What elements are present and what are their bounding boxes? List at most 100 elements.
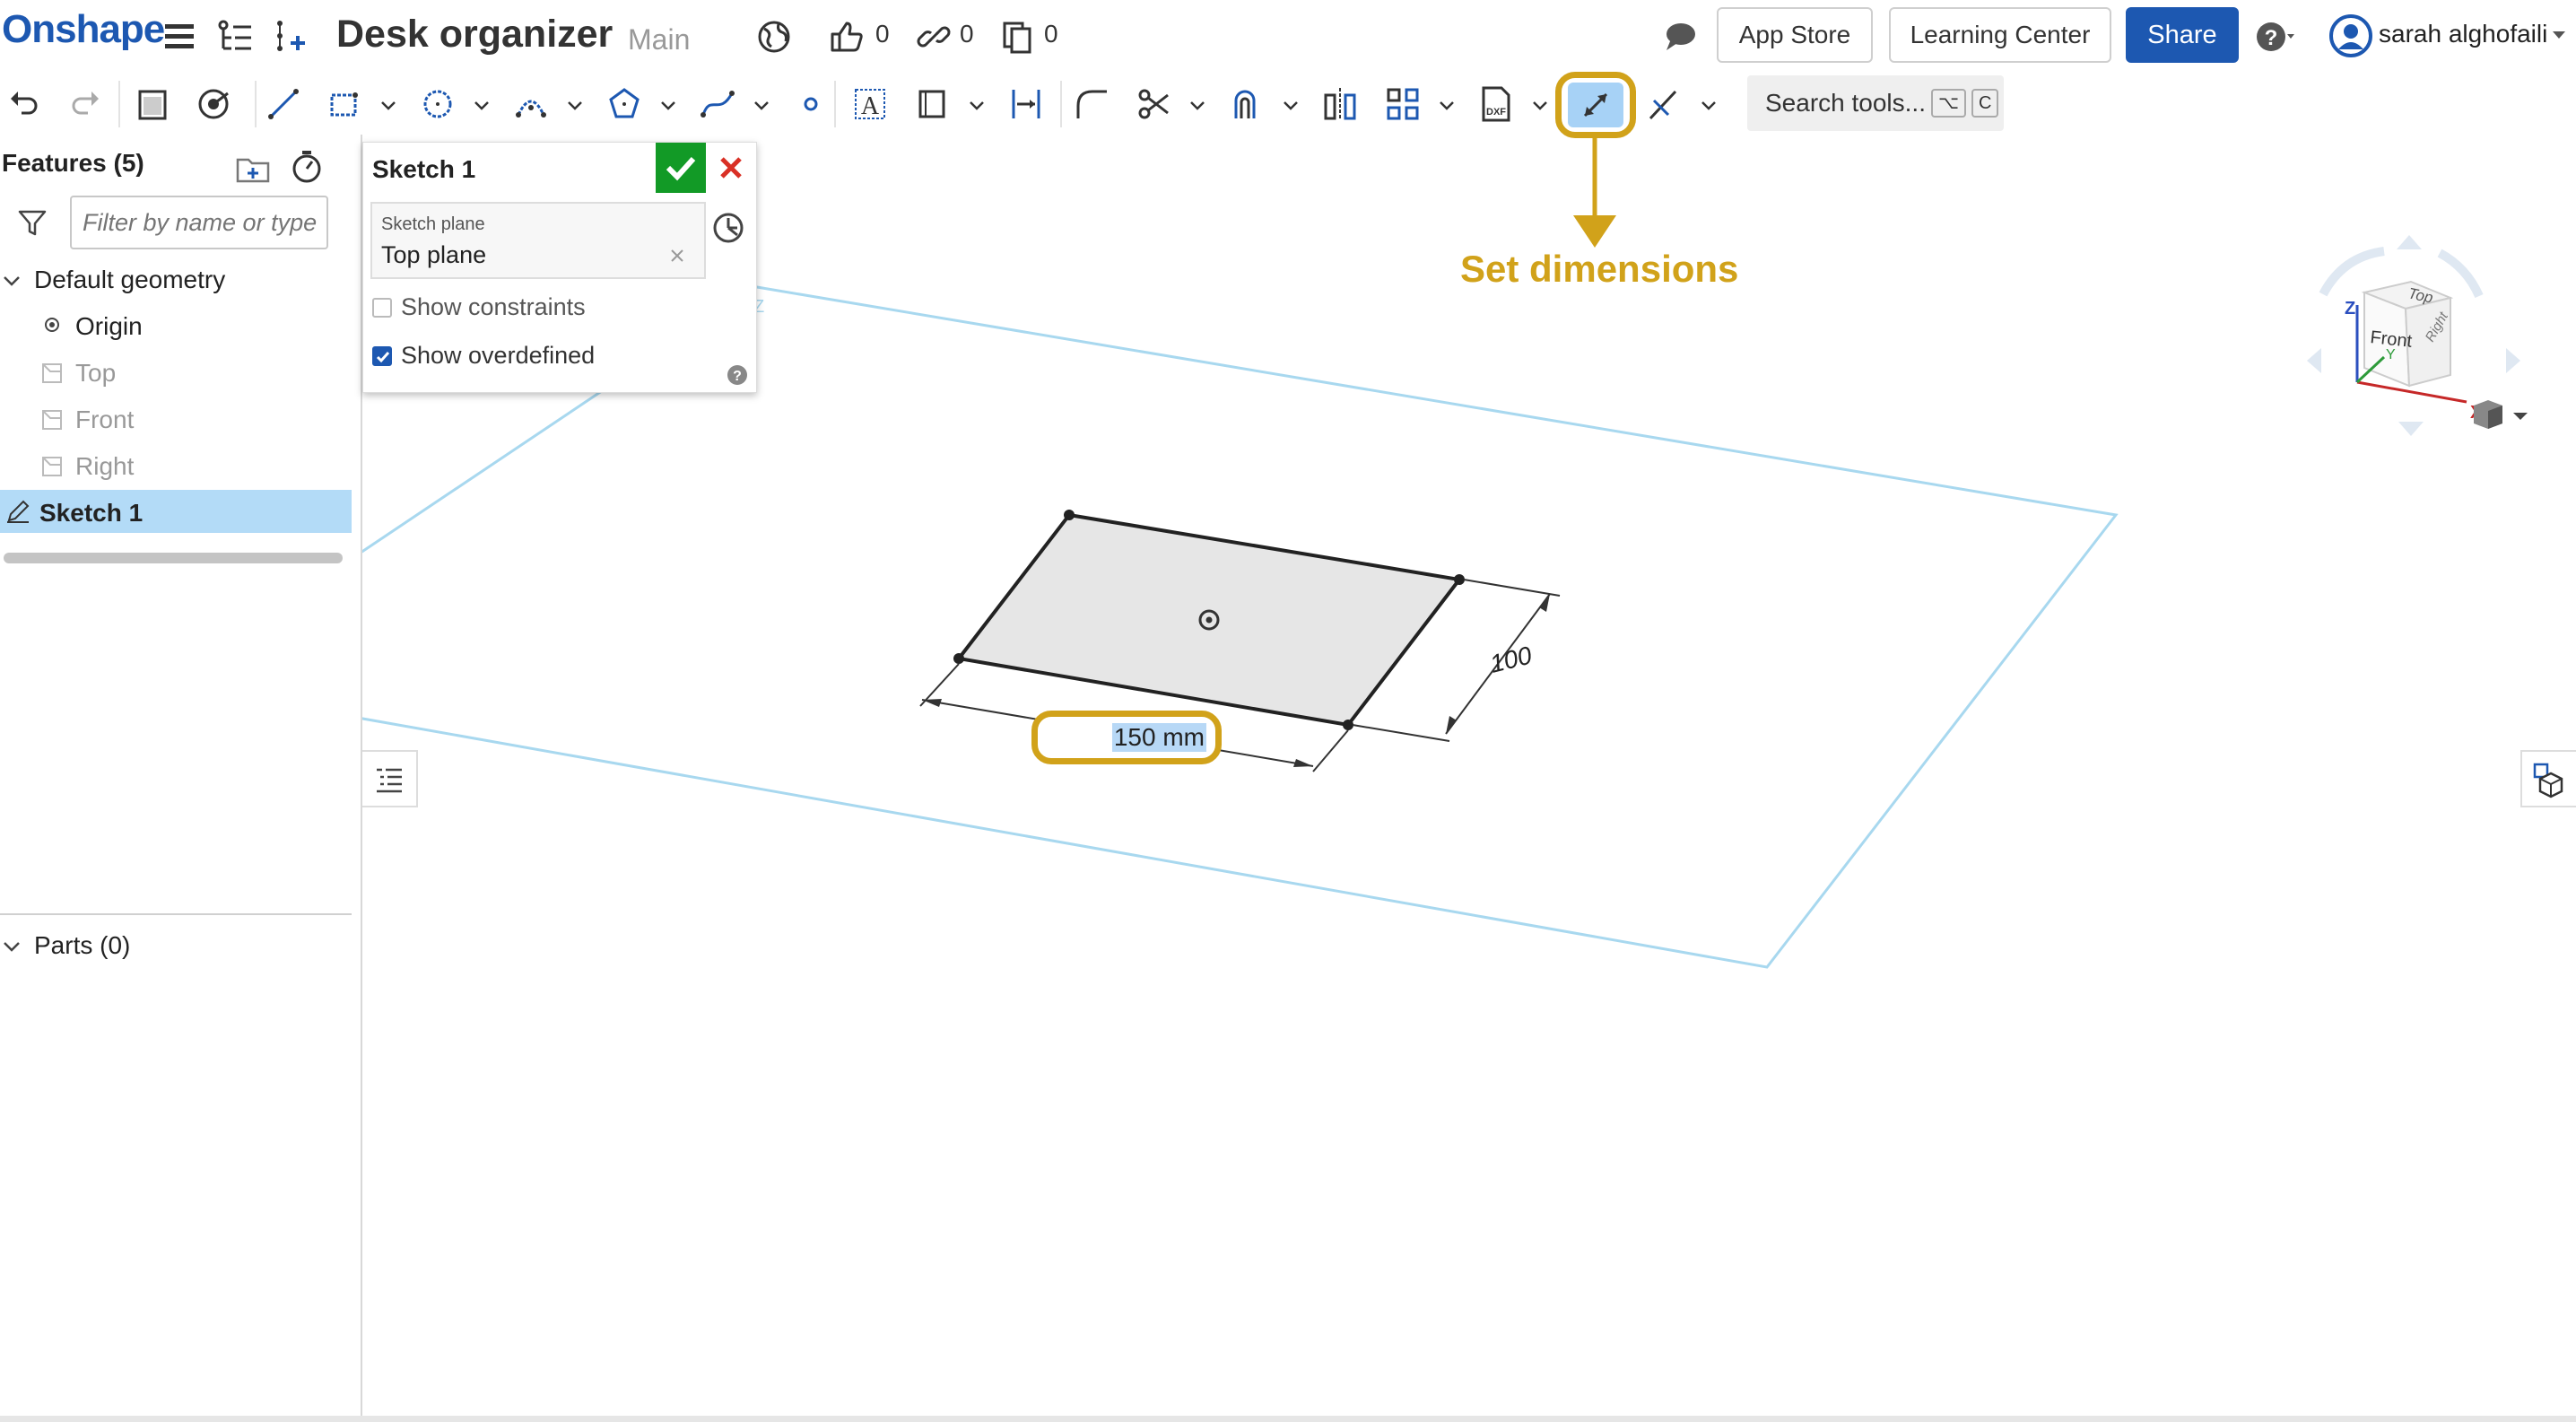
dimension-arrow [1446, 716, 1457, 734]
copy-icon[interactable] [997, 16, 1039, 57]
insert-icon[interactable] [269, 16, 310, 57]
chevron-down-icon[interactable] [2, 271, 22, 291]
sketch-history-icon[interactable] [709, 209, 747, 247]
text-tool-icon[interactable]: A [850, 84, 890, 124]
pencil-icon [7, 500, 30, 523]
feature-list-scrollbar[interactable] [4, 553, 343, 563]
chevron-down-icon[interactable] [658, 95, 678, 115]
menu-icon[interactable] [160, 16, 201, 57]
comments-icon[interactable] [1659, 16, 1701, 57]
dimension-value-input[interactable]: 150 mm [1031, 711, 1222, 764]
tree-default-geometry[interactable]: Default geometry [34, 266, 225, 294]
axis-z-label: Z [2345, 299, 2355, 318]
arc-tool-icon[interactable] [511, 84, 551, 124]
view-normal-icon[interactable] [194, 84, 233, 124]
chevron-down-icon[interactable] [1530, 95, 1550, 115]
dimension-tool-icon [1583, 92, 1608, 118]
chevron-down-icon[interactable] [565, 95, 585, 115]
search-tools-label: Search tools... [1765, 89, 1926, 117]
show-overdefined-row[interactable]: Show overdefined [372, 342, 595, 370]
chevron-down-icon[interactable] [1699, 95, 1719, 115]
dxf-import-icon[interactable]: DXF [1476, 84, 1516, 124]
tree-item-top[interactable]: Top [75, 359, 116, 388]
dimension-tool-button[interactable] [1568, 83, 1623, 127]
cancel-button[interactable] [706, 143, 756, 193]
redo-icon[interactable] [66, 84, 106, 124]
construction-tool-icon[interactable] [913, 84, 953, 124]
feature-tree-icon[interactable] [215, 16, 257, 57]
like-icon[interactable] [825, 16, 866, 57]
accept-button[interactable] [656, 143, 706, 193]
help-icon[interactable]: ? [726, 363, 749, 387]
app-store-button[interactable]: App Store [1717, 7, 1873, 63]
chevron-down-icon[interactable] [472, 95, 492, 115]
show-overdefined-label: Show overdefined [401, 342, 596, 369]
learning-center-button[interactable]: Learning Center [1889, 7, 2111, 63]
constraint-tool-icon[interactable] [1643, 84, 1683, 124]
chevron-down-icon[interactable] [1281, 95, 1301, 115]
filter-icon[interactable] [16, 206, 48, 239]
bottom-tab-bar[interactable] [0, 1416, 2576, 1422]
pattern-tool-icon[interactable] [1383, 84, 1423, 124]
origin-marker-center [1205, 616, 1213, 624]
clear-selection-icon[interactable] [668, 247, 686, 265]
share-button[interactable]: Share [2126, 7, 2239, 63]
branch-name: Main [628, 23, 691, 56]
sketch-plane-selector[interactable]: Sketch plane Top plane [370, 202, 706, 279]
trim-tool-icon[interactable] [1134, 84, 1173, 124]
chevron-down-icon[interactable] [379, 95, 398, 115]
point-tool-icon[interactable] [791, 84, 831, 124]
feature-list-toggle-button[interactable] [362, 750, 418, 807]
show-constraints-label: Show constraints [401, 293, 586, 320]
chevron-down-icon[interactable] [967, 95, 987, 115]
appearance-panel-button[interactable] [2520, 750, 2576, 807]
origin-icon [45, 318, 59, 332]
mirror-tool-icon[interactable] [1320, 84, 1360, 124]
parts-divider[interactable] [0, 913, 352, 915]
sketch-vertex [1454, 574, 1465, 585]
shortcut-key-option: ⌥ [1930, 89, 1967, 118]
chevron-down-icon[interactable] [1437, 95, 1457, 115]
user-menu-caret-icon[interactable] [2551, 29, 2567, 41]
help-icon[interactable]: ? [2253, 16, 2294, 57]
plane-icon [42, 457, 62, 476]
offset-tool-icon[interactable] [1227, 84, 1266, 124]
list-icon [377, 768, 402, 793]
section-view-icon[interactable] [133, 84, 172, 124]
fillet-tool-icon[interactable] [1073, 84, 1112, 124]
midpoint-tool-icon[interactable] [1006, 84, 1046, 124]
dimension-arrow [1293, 759, 1313, 767]
rectangle-tool-icon[interactable] [325, 84, 364, 124]
globe-icon[interactable] [753, 16, 795, 57]
show-overdefined-checkbox[interactable] [372, 345, 392, 366]
tree-item-origin[interactable]: Origin [75, 312, 143, 341]
circle-tool-icon[interactable] [418, 84, 457, 124]
parts-list-header[interactable]: Parts (0) [34, 931, 130, 960]
search-tools-input[interactable]: Search tools... ⌥ C [1747, 75, 2004, 131]
dimension-arrow [1539, 594, 1550, 612]
user-avatar-icon[interactable] [2328, 13, 2373, 58]
rollback-timer-icon[interactable] [289, 149, 325, 185]
user-name[interactable]: sarah alghofaili [2379, 20, 2547, 48]
add-folder-icon[interactable] [235, 153, 271, 185]
polygon-tool-icon[interactable] [605, 84, 644, 124]
dimension-extension-line [1352, 724, 1450, 742]
show-constraints-checkbox[interactable] [372, 297, 392, 318]
tree-item-front[interactable]: Front [75, 406, 134, 434]
onshape-logo[interactable]: Onshape [2, 7, 165, 52]
link-icon[interactable] [913, 16, 954, 57]
chevron-down-icon[interactable] [752, 95, 771, 115]
chevron-down-icon[interactable] [1188, 95, 1207, 115]
line-tool-icon[interactable] [264, 84, 303, 124]
show-constraints-row[interactable]: Show constraints [372, 293, 586, 321]
like-count: 0 [875, 20, 890, 48]
feature-filter-input[interactable] [70, 196, 328, 249]
document-title[interactable]: Desk organizer [336, 13, 613, 57]
undo-icon[interactable] [4, 84, 43, 124]
spline-tool-icon[interactable] [698, 84, 737, 124]
tree-item-right[interactable]: Right [75, 452, 134, 481]
chevron-down-icon[interactable] [2, 937, 22, 956]
annotation-arrow-head [1573, 215, 1616, 248]
tree-item-sketch[interactable]: Sketch 1 [39, 499, 143, 528]
set-dimensions-annotation: Set dimensions [1460, 248, 1739, 290]
